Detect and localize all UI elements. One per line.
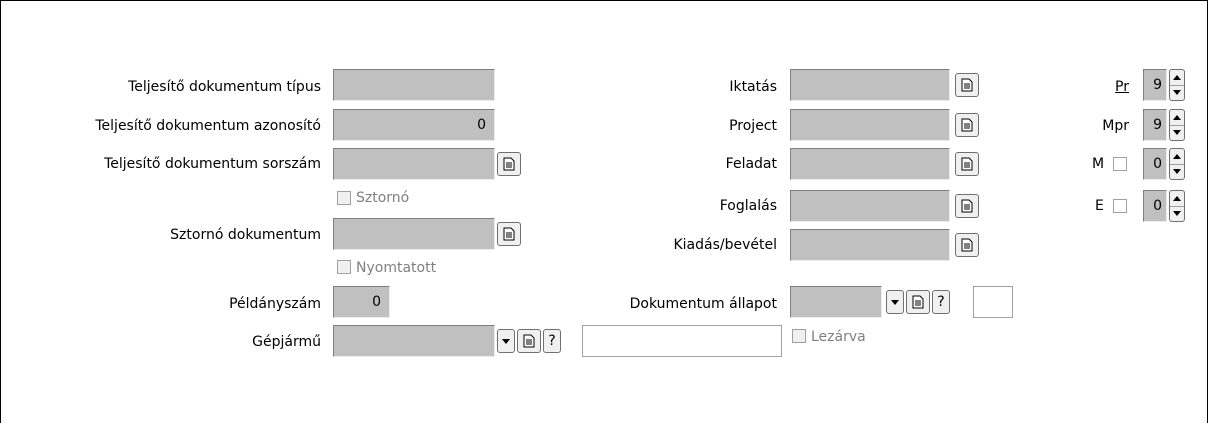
storno-doc-field[interactable] [333,218,495,250]
registration-lookup-button[interactable] [955,73,979,97]
task-field[interactable] [790,148,950,180]
pr-value-field[interactable]: 9 [1143,69,1167,101]
e-spinner[interactable] [1169,190,1185,222]
mpr-value-field[interactable]: 9 [1143,109,1167,141]
document-icon [912,295,924,309]
spinner-down-icon[interactable] [1170,125,1184,140]
doc-status-lookup-button[interactable] [906,290,930,314]
vehicle-help-button[interactable]: ? [543,329,561,353]
doc-status-label: Dokumentum állapot [629,296,777,312]
storno-doc-label: Sztornó dokumentum [170,227,321,243]
e-label: E [1095,198,1104,214]
doc-status-help-button[interactable]: ? [932,290,950,314]
spinner-down-icon[interactable] [1170,206,1184,221]
expense-income-lookup-button[interactable] [955,233,979,257]
copies-label: Példányszám [229,296,321,312]
printed-checkbox[interactable] [337,260,351,274]
document-icon [961,199,973,213]
vehicle-dropdown-button[interactable] [497,329,515,353]
doc-serial-lookup-button[interactable] [497,152,521,176]
closed-check-label: Lezárva [811,329,866,345]
expense-income-field[interactable] [790,229,950,261]
vehicle-field[interactable] [333,325,495,357]
doc-serial-label: Teljesítő dokumentum sorszám [104,156,321,172]
closed-checkbox[interactable] [792,329,806,343]
document-icon [961,118,973,132]
copies-field[interactable]: 0 [333,286,390,318]
document-icon [961,78,973,92]
pr-spinner[interactable] [1169,69,1185,101]
e-value-field[interactable]: 0 [1143,190,1167,222]
vehicle-text-field[interactable] [582,325,782,357]
booking-field[interactable] [790,190,950,222]
vehicle-lookup-button[interactable] [517,329,541,353]
spinner-down-icon[interactable] [1170,85,1184,100]
chevron-down-icon [891,299,899,305]
document-icon [503,227,515,241]
e-checkbox[interactable] [1113,199,1127,213]
spinner-up-icon[interactable] [1170,149,1184,165]
spinner-down-icon[interactable] [1170,164,1184,179]
project-lookup-button[interactable] [955,113,979,137]
chevron-down-icon [502,338,510,344]
mpr-spinner[interactable] [1169,109,1185,141]
storno-checkbox[interactable] [337,191,351,205]
doc-status-field[interactable] [790,286,882,318]
registration-label: Iktatás [729,79,777,95]
project-field[interactable] [790,109,950,141]
doc-id-label: Teljesítő dokumentum azonosító [95,118,321,134]
spinner-up-icon[interactable] [1170,110,1184,126]
m-spinner[interactable] [1169,148,1185,180]
spinner-up-icon[interactable] [1170,70,1184,86]
task-label: Feladat [725,156,777,172]
vehicle-label: Gépjármű [252,334,321,350]
booking-label: Foglalás [719,198,777,214]
document-icon [961,157,973,171]
storno-doc-lookup-button[interactable] [497,222,521,246]
printed-check-label: Nyomtatott [356,260,437,276]
mpr-label: Mpr [1102,118,1129,134]
document-icon [961,238,973,252]
m-label: M [1092,156,1105,172]
doc-status-dropdown-button[interactable] [886,290,904,314]
doc-type-field[interactable] [333,69,495,101]
document-icon [523,334,535,348]
doc-status-color-box[interactable] [973,286,1013,318]
booking-lookup-button[interactable] [955,194,979,218]
project-label: Project [729,118,777,134]
m-value-field[interactable]: 0 [1143,148,1167,180]
task-lookup-button[interactable] [955,152,979,176]
spinner-up-icon[interactable] [1170,191,1184,207]
doc-serial-field[interactable] [333,148,495,180]
storno-check-label: Sztornó [356,190,410,206]
document-icon [503,157,515,171]
doc-type-label: Teljesítő dokumentum típus [128,79,321,95]
doc-id-field[interactable]: 0 [333,109,495,141]
registration-field[interactable] [790,69,950,101]
form-frame [0,0,1208,423]
pr-label: Pr [1115,79,1129,95]
m-checkbox[interactable] [1113,157,1127,171]
expense-income-label: Kiadás/bevétel [673,237,777,253]
